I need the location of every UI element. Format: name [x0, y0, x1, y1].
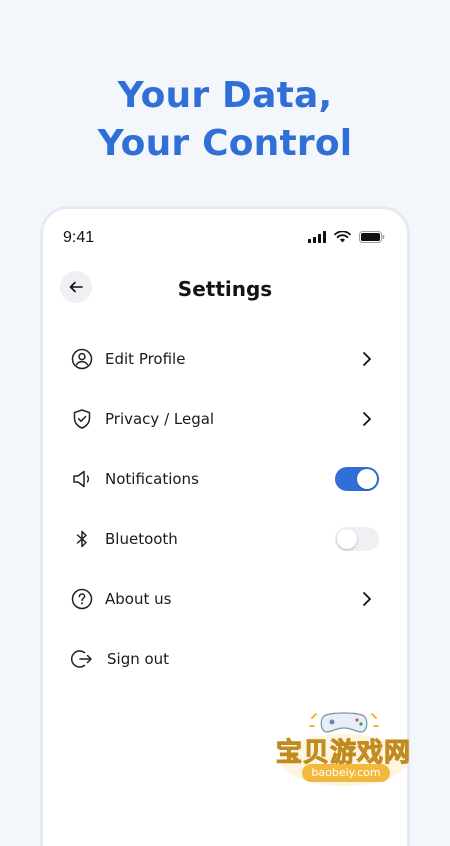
menu-label: Notifications — [105, 470, 199, 488]
shield-check-icon — [71, 408, 93, 430]
menu-label: Edit Profile — [105, 350, 186, 368]
notifications-toggle[interactable] — [335, 467, 379, 491]
chevron-right-icon — [363, 412, 371, 426]
bluetooth-toggle[interactable] — [335, 527, 379, 551]
promo-headline: Your Data, Your Control — [0, 72, 450, 168]
speaker-icon — [71, 468, 93, 490]
watermark-url: baobeiy.com — [302, 764, 390, 782]
page-title: Settings — [177, 277, 273, 301]
signal-icon — [308, 231, 326, 243]
status-time: 9:41 — [63, 229, 95, 246]
battery-icon — [359, 231, 385, 243]
menu-item-notifications: Notifications — [43, 449, 407, 509]
menu-item-about-us[interactable]: About us — [43, 569, 407, 629]
settings-menu: Edit Profile Privacy / Legal Notificatio… — [43, 329, 407, 689]
menu-label: Bluetooth — [105, 530, 178, 548]
watermark-logo: 宝贝游戏网 baobeiy.com — [272, 700, 422, 790]
chevron-right-icon — [363, 352, 371, 366]
headline-line-2: Your Control — [97, 123, 353, 164]
toggle-knob — [357, 469, 377, 489]
menu-label: Sign out — [107, 650, 170, 668]
settings-header: Settings — [43, 271, 407, 307]
status-icons — [308, 231, 385, 243]
menu-label: Privacy / Legal — [105, 410, 215, 428]
headline-line-1: Your Data, — [117, 75, 333, 116]
chevron-right-icon — [363, 592, 371, 606]
menu-item-edit-profile[interactable]: Edit Profile — [43, 329, 407, 389]
menu-item-sign-out[interactable]: Sign out — [43, 629, 407, 689]
toggle-knob — [337, 529, 357, 549]
sign-out-icon — [71, 648, 93, 670]
menu-item-privacy-legal[interactable]: Privacy / Legal — [43, 389, 407, 449]
bluetooth-icon — [71, 528, 93, 550]
status-bar: 9:41 — [43, 209, 407, 265]
wifi-icon — [334, 231, 351, 243]
menu-label: About us — [105, 590, 172, 608]
question-circle-icon — [71, 588, 93, 610]
user-circle-icon — [71, 348, 93, 370]
menu-item-bluetooth: Bluetooth — [43, 509, 407, 569]
